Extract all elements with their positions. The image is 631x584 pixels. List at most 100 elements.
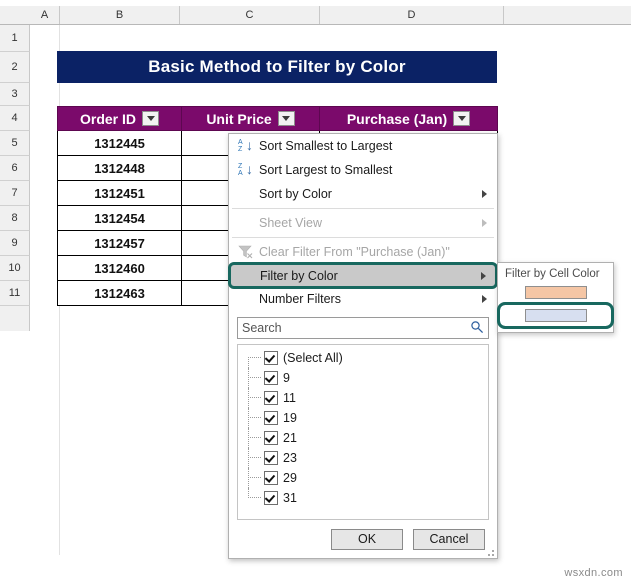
cell-order-id[interactable]: 1312454 <box>57 205 182 231</box>
column-header-e[interactable] <box>504 6 631 24</box>
filter-dropdown-menu: A Z ↓ Sort Smallest to Largest Z A ↓ Sort La… <box>228 133 498 559</box>
cancel-button[interactable]: Cancel <box>413 529 485 550</box>
tree-connector-icon <box>248 468 264 488</box>
filter-dropdown-unit-price[interactable] <box>277 111 295 126</box>
filter-value-list[interactable]: (Select All) 9 11 19 21 23 29 31 <box>237 344 489 520</box>
row-header-12[interactable] <box>0 306 30 331</box>
menu-item-clear-filter[interactable]: Clear Filter From "Purchase (Jan)" <box>229 240 497 264</box>
checkbox[interactable] <box>264 411 278 425</box>
clear-filter-icon <box>233 240 259 264</box>
tree-connector-icon <box>248 348 264 368</box>
row-header-5[interactable]: 5 <box>0 131 30 156</box>
list-item-label: (Select All) <box>283 351 343 365</box>
dialog-button-bar: OK Cancel <box>229 520 497 558</box>
row-header-7[interactable]: 7 <box>0 181 30 206</box>
chevron-right-icon <box>482 295 487 303</box>
cell-order-id[interactable]: 1312445 <box>57 130 182 156</box>
menu-item-label: Sort by Color <box>259 187 332 201</box>
orange-swatch[interactable] <box>524 286 587 299</box>
tree-connector-icon <box>248 388 264 408</box>
row-header-4[interactable]: 4 <box>0 106 30 131</box>
page-title-text: Basic Method to Filter by Color <box>148 57 406 76</box>
menu-item-sort-largest-to-smallest[interactable]: Z A ↓ Sort Largest to Smallest <box>229 158 497 182</box>
menu-item-number-filters[interactable]: Number Filters <box>229 287 497 311</box>
header-cell-unit-price: Unit Price <box>181 106 320 131</box>
cell-order-id[interactable]: 1312451 <box>57 180 182 206</box>
list-item[interactable]: 11 <box>238 388 488 408</box>
cell-order-id[interactable]: 1312448 <box>57 155 182 181</box>
cell-order-id[interactable]: 1312460 <box>57 255 182 281</box>
row-header-3[interactable]: 3 <box>0 83 30 106</box>
list-item-label: 31 <box>283 491 297 505</box>
header-cell-purchase-jan: Purchase (Jan) <box>319 106 498 131</box>
column-header-b[interactable]: B <box>60 6 180 24</box>
menu-item-label: Sort Smallest to Largest <box>259 139 393 153</box>
menu-item-sheet-view[interactable]: Sheet View <box>229 211 497 235</box>
menu-item-label: Sort Largest to Smallest <box>259 163 393 177</box>
list-item-label: 29 <box>283 471 297 485</box>
no-icon <box>233 287 259 311</box>
color-option-orange[interactable] <box>498 283 613 302</box>
header-label-purchase-jan: Purchase (Jan) <box>346 110 448 127</box>
menu-item-sort-by-color[interactable]: Sort by Color <box>229 182 497 206</box>
menu-item-filter-by-color[interactable]: Filter by Color <box>228 262 498 289</box>
column-header-d[interactable]: D <box>320 6 504 24</box>
list-item[interactable]: 19 <box>238 408 488 428</box>
chevron-right-icon <box>482 219 487 227</box>
sort-descending-icon: Z A ↓ <box>238 161 253 177</box>
list-item[interactable]: 29 <box>238 468 488 488</box>
tree-connector-icon <box>248 448 264 468</box>
color-option-blue[interactable] <box>497 302 614 329</box>
row-header-9[interactable]: 9 <box>0 231 30 256</box>
checkbox[interactable] <box>264 391 278 405</box>
list-item-select-all[interactable]: (Select All) <box>238 348 488 368</box>
filter-dropdown-purchase-jan[interactable] <box>453 111 471 126</box>
row-header-8[interactable]: 8 <box>0 206 30 231</box>
row-header-1[interactable]: 1 <box>0 25 30 52</box>
list-item-label: 23 <box>283 451 297 465</box>
checkbox[interactable] <box>264 451 278 465</box>
menu-item-label: Clear Filter From "Purchase (Jan)" <box>259 245 450 259</box>
submenu-title: Filter by Cell Color <box>505 268 600 280</box>
menu-item-label: Filter by Color <box>260 268 338 283</box>
list-item[interactable]: 21 <box>238 428 488 448</box>
cell-order-id[interactable]: 1312463 <box>57 280 182 306</box>
column-header-a[interactable]: A <box>30 6 60 24</box>
chevron-right-icon <box>482 190 487 198</box>
list-item[interactable]: 9 <box>238 368 488 388</box>
row-header-2[interactable]: 2 <box>0 52 30 83</box>
search-box[interactable] <box>237 317 489 339</box>
checkbox[interactable] <box>264 491 278 505</box>
sort-ascending-icon: A Z ↓ <box>238 137 253 153</box>
checkbox[interactable] <box>264 431 278 445</box>
header-label-unit-price: Unit Price <box>206 110 272 127</box>
list-item-label: 11 <box>283 391 296 405</box>
resize-handle[interactable] <box>484 546 494 556</box>
watermark: wsxdn.com <box>564 567 623 579</box>
filter-dropdown-order-id[interactable] <box>142 111 159 126</box>
cell-order-id[interactable]: 1312457 <box>57 230 182 256</box>
list-item[interactable]: 23 <box>238 448 488 468</box>
checkbox[interactable] <box>264 371 278 385</box>
column-header-row: A B C D <box>0 6 631 25</box>
row-header-10[interactable]: 10 <box>0 256 30 281</box>
search-input[interactable] <box>238 319 488 337</box>
header-cell-order-id: Order ID <box>57 106 182 131</box>
list-item[interactable]: 31 <box>238 488 488 508</box>
menu-item-sort-smallest-to-largest[interactable]: A Z ↓ Sort Smallest to Largest <box>229 134 497 158</box>
checkbox[interactable] <box>264 471 278 485</box>
ok-button[interactable]: OK <box>331 529 403 550</box>
no-icon <box>233 211 259 235</box>
blue-swatch[interactable] <box>524 309 587 322</box>
row-header-11[interactable]: 11 <box>0 281 30 306</box>
column-header-c[interactable]: C <box>180 6 320 24</box>
tree-connector-icon <box>248 408 264 428</box>
menu-divider <box>232 208 494 209</box>
checkbox[interactable] <box>264 351 278 365</box>
list-item-label: 19 <box>283 411 297 425</box>
tree-connector-icon <box>248 368 264 388</box>
list-item-label: 9 <box>283 371 290 385</box>
row-header-6[interactable]: 6 <box>0 156 30 181</box>
tree-connector-icon <box>248 488 264 508</box>
table-header-row: Order ID Unit Price Purchase (Jan) <box>57 106 498 131</box>
